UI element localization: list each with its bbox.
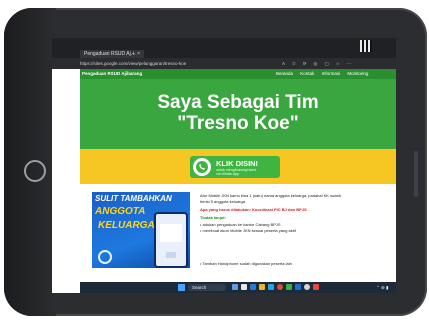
whatsapp-button-sub2: via Whats App xyxy=(216,172,239,176)
promo-line3: KELUARGA? xyxy=(98,220,161,231)
edge-icon[interactable] xyxy=(268,284,274,290)
whatsapp-icon xyxy=(193,158,211,176)
browser-tab-bar: Pengaduan RSUD Aj… × + xyxy=(52,38,396,58)
new-tab-button[interactable]: + xyxy=(132,50,135,58)
qr-code-icon xyxy=(360,40,372,52)
article-bullet: • adukan pengaduan ke kantor Cabang BPJS xyxy=(200,222,281,227)
address-bar[interactable]: https://sites.google.com/view/pelanggara… xyxy=(52,58,396,69)
nav-item-informasi[interactable]: Informasi xyxy=(322,71,341,76)
article-line: Atur Mobile JKN kamu bisa 1 (satu) nama … xyxy=(200,193,341,198)
app-icon[interactable] xyxy=(250,284,256,290)
system-tray[interactable]: ⌃ ⊕ ▮ xyxy=(376,282,389,293)
nav-item-monitoring[interactable]: Monitoring xyxy=(347,71,368,76)
site-header: Pengaduan RSUD Ajibarang Beranda Kontak … xyxy=(80,69,396,79)
site-title[interactable]: Pengaduan RSUD Ajibarang xyxy=(82,69,142,79)
jkn-logo-icon xyxy=(98,250,112,264)
chrome-icon[interactable] xyxy=(277,284,283,290)
site-nav: Beranda Kontak Informasi Monitoring xyxy=(276,69,368,79)
app-icon[interactable] xyxy=(304,284,310,290)
nav-item-beranda[interactable]: Beranda xyxy=(276,71,293,76)
home-button[interactable] xyxy=(24,160,46,182)
url-text[interactable]: https://sites.google.com/view/pelanggara… xyxy=(80,58,186,69)
hero-title-line2: "Tresno Koe" xyxy=(177,113,299,134)
whatsapp-button[interactable]: KLIK DISINI untuk menghubungi kami via W… xyxy=(190,156,280,178)
app-icon[interactable] xyxy=(241,284,247,290)
tablet-screen: Pengaduan RSUD Aj… × + https://sites.goo… xyxy=(52,38,396,293)
app-icon[interactable] xyxy=(313,284,319,290)
windows-start-icon[interactable] xyxy=(178,284,185,291)
app-icon[interactable] xyxy=(286,284,292,290)
app-icon[interactable] xyxy=(295,284,301,290)
promo-image: SULIT TAMBAHKAN ANGGOTA KELUARGA? xyxy=(92,192,190,268)
side-button[interactable] xyxy=(414,151,418,197)
article-bullet: • Tambah Handphone sudah digunakan peser… xyxy=(200,261,292,266)
taskbar-search[interactable]: Search xyxy=(188,284,226,291)
taskbar: Search ⌃ ⊕ ▮ xyxy=(80,282,396,293)
article-highlight: Apa yang harus dilakukan: Koordinasi PIC… xyxy=(200,207,307,212)
folder-icon[interactable] xyxy=(259,284,265,290)
toolbar-icons[interactable]: A✩⟳◎▢☆⋯ xyxy=(282,58,358,69)
article-subheading: Tindak lanjut: xyxy=(200,215,226,220)
hero-title-line1: Saya Sebagai Tim xyxy=(157,92,319,113)
file-explorer-icon[interactable] xyxy=(232,284,238,290)
phone-illustration xyxy=(154,212,188,268)
promo-line1: SULIT TAMBAHKAN xyxy=(95,194,172,203)
article-bullet: • membuat akun Mobile JKN sesuai peserta… xyxy=(200,228,296,233)
nav-item-kontak[interactable]: Kontak xyxy=(300,71,314,76)
article-line: berisi 5 anggota keluarga xyxy=(200,199,245,204)
promo-line2: ANGGOTA xyxy=(95,206,146,217)
whatsapp-button-label: KLIK DISINI xyxy=(216,159,258,168)
